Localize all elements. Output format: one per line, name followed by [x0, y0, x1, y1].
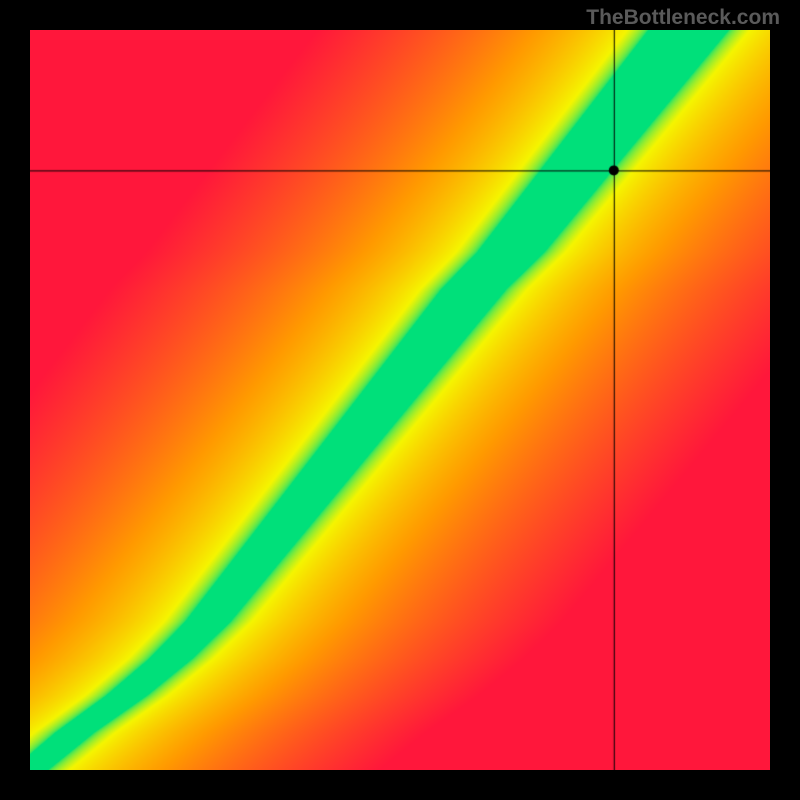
bottleneck-heatmap — [30, 30, 770, 770]
watermark-text: TheBottleneck.com — [586, 6, 780, 30]
chart-container: TheBottleneck.com — [0, 0, 800, 800]
